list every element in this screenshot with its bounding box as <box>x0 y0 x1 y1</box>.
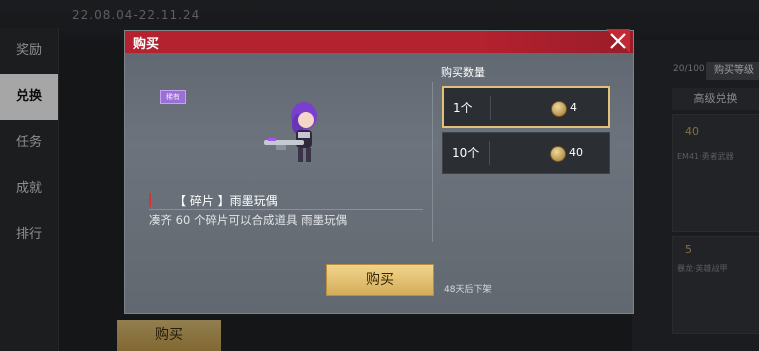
option-separator <box>489 141 490 165</box>
expire-note: 48天后下架 <box>444 285 492 295</box>
quantity-amount: 10个 <box>452 146 480 160</box>
item-name: 【 碎片 】雨墨玩偶 <box>174 194 278 208</box>
quantity-price: 40 <box>569 146 583 159</box>
item-name-divider <box>149 209 423 210</box>
vertical-divider <box>432 82 433 242</box>
item-name-marker <box>149 193 151 207</box>
quantity-option-10[interactable]: 10个 40 <box>442 132 610 174</box>
dialog-title: 购买 <box>133 37 160 52</box>
close-icon[interactable] <box>604 27 632 55</box>
dialog-header: 购买 <box>125 31 633 53</box>
buy-button[interactable]: 购买 <box>326 264 434 296</box>
doll-character-icon <box>264 102 317 162</box>
rarity-badge: 稀有 <box>160 90 186 104</box>
quantity-option-1[interactable]: 1个 4 <box>442 86 610 128</box>
coin-icon <box>551 101 567 117</box>
quantity-price: 4 <box>570 101 577 114</box>
coin-icon <box>550 146 566 162</box>
quantity-label: 购买数量 <box>441 66 485 79</box>
item-description: 凑齐 60 个碎片可以合成道具 雨墨玩偶 <box>149 213 348 227</box>
quantity-amount: 1个 <box>453 101 473 115</box>
option-separator <box>490 96 491 120</box>
